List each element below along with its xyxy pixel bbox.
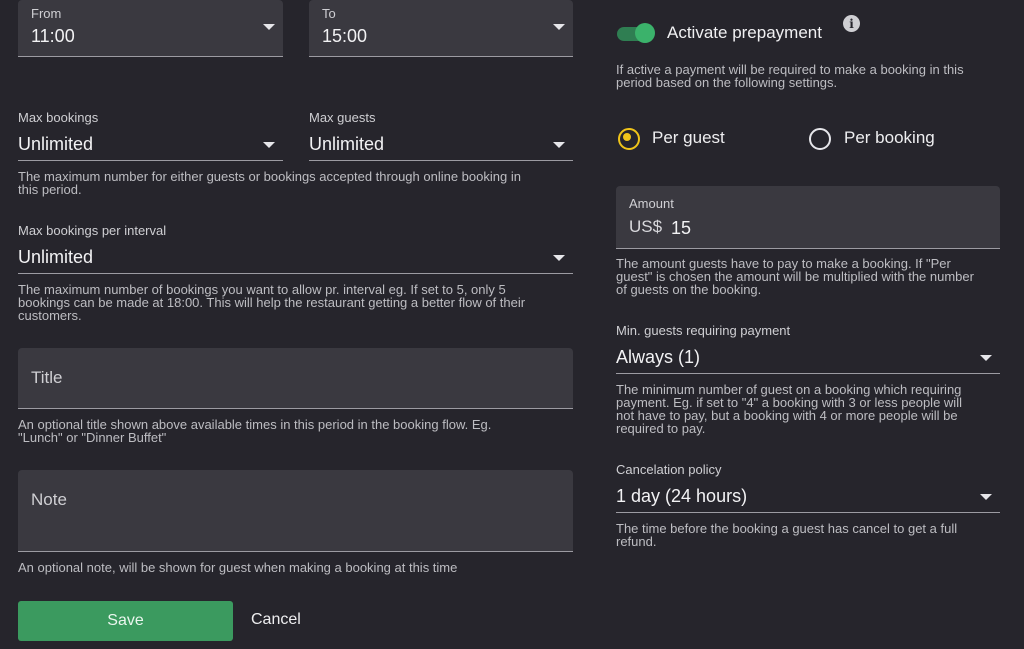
cancel-policy-help-text: The time before the booking a guest has … [616,521,958,549]
from-select[interactable]: From 11:00 [18,0,283,57]
prepayment-toggle-label: Activate prepayment [667,23,822,42]
info-icon[interactable]: i [843,15,860,32]
min-guests-select[interactable]: Always (1) [616,341,1000,374]
radio-checked-icon [618,128,640,150]
per-booking-label: Per booking [844,128,935,147]
chevron-down-icon [980,355,992,361]
cancel-policy-value: 1 day (24 hours) [616,486,748,506]
chevron-down-icon [553,255,565,261]
max-guests-value: Unlimited [309,134,385,154]
max-help-text: The maximum number for either guests or … [18,169,521,197]
to-label: To [322,6,336,21]
max-bookings-label: Max bookings [18,110,99,125]
toggle-thumb [635,23,655,43]
max-per-interval-value: Unlimited [18,247,94,267]
amount-label: Amount [629,196,674,211]
from-value: 11:00 [31,26,75,46]
amount-currency: US$ [629,217,663,236]
min-guests-value: Always (1) [616,347,701,367]
to-value: 15:00 [322,26,368,46]
to-select[interactable]: To 15:00 [309,0,573,57]
min-guests-label: Min. guests requiring payment [616,323,791,338]
title-placeholder: Title [31,368,63,387]
cancel-button[interactable]: Cancel [251,611,301,629]
save-button[interactable]: Save [18,601,233,641]
amount-input[interactable]: Amount US$ 15 [616,186,1000,249]
amount-help-text: The amount guests have to pay to make a … [616,256,974,297]
interval-help-text: The maximum number of bookings you want … [18,282,526,323]
chevron-down-icon [553,142,565,148]
max-bookings-select[interactable]: Unlimited [18,128,283,161]
max-bookings-value: Unlimited [18,134,94,154]
max-guests-label: Max guests [309,110,376,125]
note-help-text: An optional note, will be shown for gues… [18,560,458,575]
from-label: From [31,6,62,21]
title-input[interactable]: Title [18,348,573,409]
toggle-help-text: If active a payment will be required to … [616,62,964,90]
cancel-policy-select[interactable]: 1 day (24 hours) [616,480,1000,513]
max-guests-select[interactable]: Unlimited [309,128,573,161]
chevron-down-icon [553,24,565,30]
amount-value: 15 [671,218,692,238]
note-input[interactable]: Note [18,470,573,552]
cancel-policy-label: Cancelation policy [616,462,722,477]
title-help-text: An optional title shown above available … [18,417,492,445]
min-guests-help-text: The minimum number of guest on a booking… [616,382,962,436]
note-placeholder: Note [31,490,67,509]
chevron-down-icon [980,494,992,500]
per-guest-label: Per guest [652,128,725,147]
radio-unchecked-icon [809,128,831,150]
chevron-down-icon [263,142,275,148]
max-per-interval-label: Max bookings per interval [18,223,167,238]
chevron-down-icon [263,24,275,30]
max-per-interval-select[interactable]: Unlimited [18,241,573,274]
